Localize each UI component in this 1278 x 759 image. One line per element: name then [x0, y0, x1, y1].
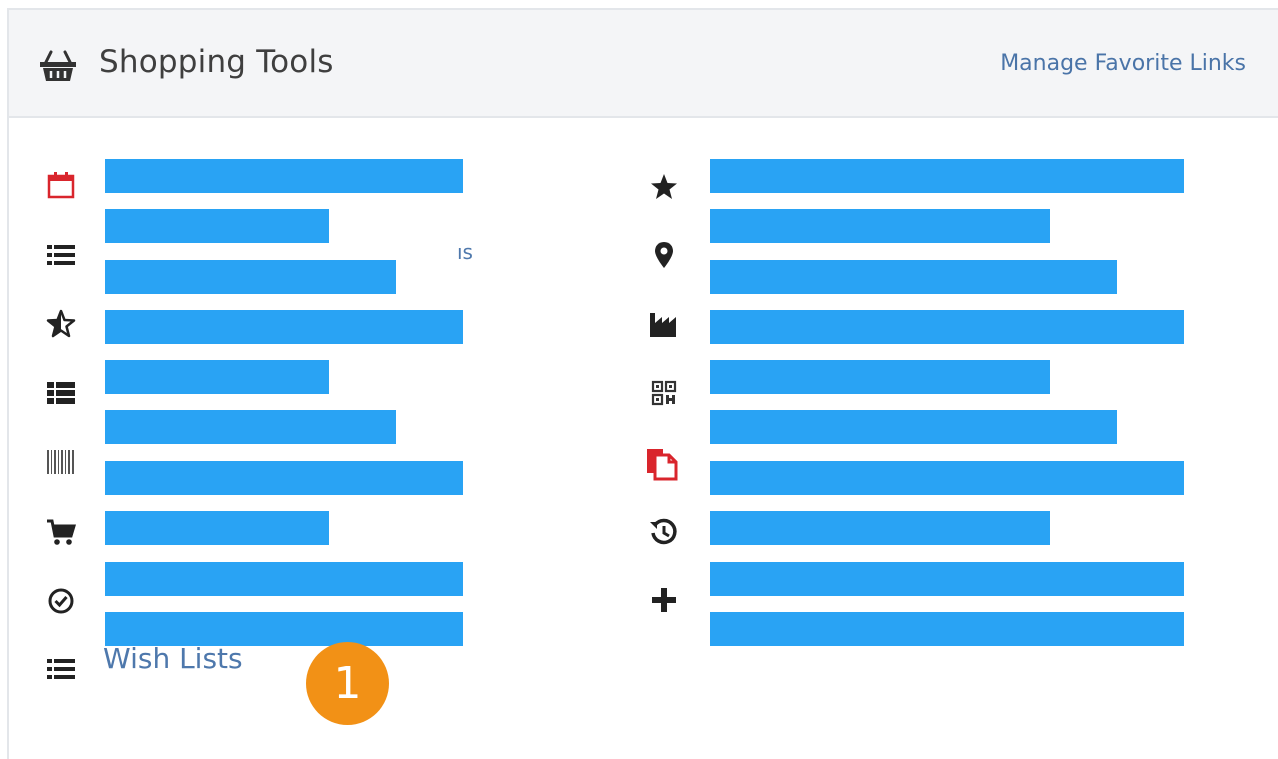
redacted-link[interactable]	[105, 209, 329, 243]
redacted-link[interactable]	[710, 360, 1050, 394]
redacted-link[interactable]	[710, 511, 1050, 545]
redacted-link[interactable]	[105, 360, 329, 394]
check-circle-icon	[46, 586, 76, 616]
manage-favorite-links-link[interactable]: Manage Favorite Links	[1000, 51, 1246, 76]
star-half-icon	[46, 309, 76, 339]
panel-title: Shopping Tools	[99, 44, 334, 80]
list-icon	[46, 654, 76, 684]
redacted-link[interactable]	[710, 159, 1184, 193]
list-bold-icon	[46, 378, 76, 408]
cart-icon	[46, 517, 76, 547]
redacted-link[interactable]	[105, 461, 463, 495]
redacted-link[interactable]	[710, 310, 1184, 344]
star-icon	[649, 172, 679, 202]
map-marker-icon	[649, 240, 679, 270]
redacted-link[interactable]	[105, 511, 329, 545]
factory-icon	[649, 309, 679, 339]
plus-icon	[649, 585, 679, 615]
list-icon	[46, 240, 76, 270]
redacted-link[interactable]	[710, 410, 1117, 444]
history-icon	[649, 517, 679, 547]
documents-icon	[645, 445, 681, 481]
redacted-link[interactable]	[105, 562, 463, 596]
barcode-icon	[46, 447, 76, 477]
redacted-link[interactable]	[105, 260, 396, 294]
qr-code-icon	[649, 378, 679, 408]
redacted-link[interactable]	[105, 410, 396, 444]
redacted-link[interactable]	[710, 612, 1184, 646]
calendar-icon	[46, 170, 76, 200]
redacted-link[interactable]	[105, 159, 463, 193]
redacted-link[interactable]	[105, 612, 463, 646]
basket-icon	[40, 50, 76, 81]
redacted-link[interactable]	[710, 209, 1050, 243]
wish-lists-link[interactable]: Wish Lists	[103, 642, 243, 675]
redacted-link[interactable]	[710, 260, 1117, 294]
redacted-link[interactable]	[710, 461, 1184, 495]
partial-link-text: ıs	[457, 240, 473, 264]
callout-badge: 1	[306, 642, 389, 725]
redacted-link[interactable]	[105, 310, 463, 344]
panel-header: Shopping Tools Manage Favorite Links	[9, 10, 1278, 118]
redacted-link[interactable]	[710, 562, 1184, 596]
